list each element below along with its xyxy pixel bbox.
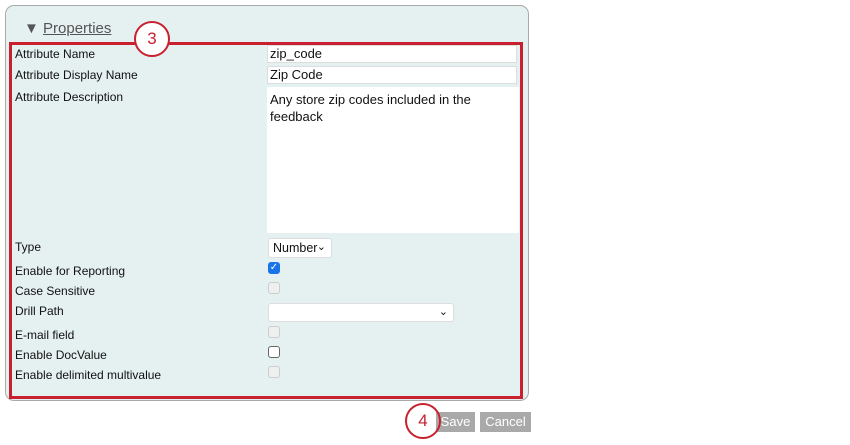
delimited-multivalue-checkbox[interactable] (268, 366, 280, 378)
callout-3: 3 (134, 21, 170, 57)
display-name-input[interactable]: Zip Code (267, 66, 517, 84)
type-label: Type (15, 240, 42, 254)
save-button[interactable]: Save (436, 412, 475, 432)
enable-docvalue-label: Enable DocValue (15, 348, 107, 362)
enable-docvalue-checkbox[interactable] (268, 346, 280, 358)
chevron-down-icon: ⌄ (316, 241, 326, 253)
delimited-multivalue-label: Enable delimited multivalue (15, 368, 162, 382)
email-field-checkbox[interactable] (268, 326, 280, 338)
drill-path-label: Drill Path (15, 304, 64, 318)
case-sensitive-label: Case Sensitive (15, 284, 96, 298)
enable-reporting-label: Enable for Reporting (15, 264, 126, 278)
drill-path-select[interactable]: ⌄ (268, 303, 454, 322)
enable-reporting-checkbox[interactable]: ✓ (268, 262, 280, 274)
triangle-down-icon: ▼ (24, 20, 39, 37)
callout-4: 4 (405, 403, 441, 439)
display-name-label: Attribute Display Name (15, 68, 138, 82)
case-sensitive-checkbox[interactable] (268, 282, 280, 294)
cancel-button[interactable]: Cancel (480, 412, 531, 432)
description-textarea[interactable]: Any store zip codes included in the feed… (267, 87, 519, 233)
description-label: Attribute Description (15, 90, 124, 104)
type-select[interactable]: Number ⌄ (268, 238, 332, 258)
properties-toggle[interactable]: ▼ Properties (24, 20, 111, 37)
chevron-down-icon: ⌄ (438, 306, 448, 318)
email-field-label: E-mail field (15, 328, 75, 342)
attribute-name-input[interactable]: zip_code (267, 45, 517, 63)
attribute-name-label: Attribute Name (15, 47, 96, 61)
